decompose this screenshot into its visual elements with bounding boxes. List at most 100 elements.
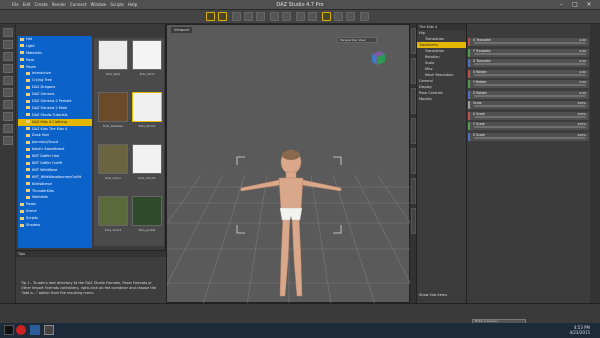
- tree-item[interactable]: Crying Tree: [18, 77, 92, 84]
- tree-item[interactable]: KidsWarrior: [18, 181, 92, 188]
- scene-tab[interactable]: [411, 28, 416, 54]
- slider-track[interactable]: [474, 63, 586, 65]
- slider-track[interactable]: [474, 136, 586, 139]
- tree-item[interactable]: DAZ Genesis 2 Female: [18, 98, 92, 105]
- rotate-tool-icon[interactable]: [232, 12, 241, 21]
- surface-tool-icon[interactable]: [322, 12, 331, 21]
- render-icon[interactable]: [3, 88, 13, 97]
- joint-editor-icon[interactable]: [334, 12, 343, 21]
- close-icon[interactable]: ✕: [582, 1, 596, 8]
- product-thumbnail[interactable]: [132, 40, 162, 70]
- parameter-slider[interactable]: Y Scale 100%: [468, 122, 589, 130]
- tree-item[interactable]: KNT Gaffer Hair: [18, 153, 92, 160]
- parameter-value[interactable]: 0.00: [579, 49, 586, 53]
- tree-item[interactable]: Scene: [18, 208, 92, 215]
- product-thumbnail[interactable]: [132, 196, 162, 226]
- tree-item[interactable]: ThunderKids: [18, 188, 92, 195]
- save-icon[interactable]: [3, 52, 13, 61]
- surfaces-tab[interactable]: [411, 148, 416, 174]
- tree-item[interactable]: Hat: [18, 36, 92, 43]
- tree-item[interactable]: Poses: [18, 201, 92, 208]
- product-thumbnail[interactable]: [98, 92, 128, 122]
- smart-content-icon[interactable]: [3, 112, 13, 121]
- spot-render-icon[interactable]: [360, 12, 369, 21]
- open-icon[interactable]: [3, 40, 13, 49]
- slider-track[interactable]: [474, 52, 586, 55]
- parameter-value[interactable]: 100%: [577, 112, 586, 116]
- tree-item[interactable]: Walkable: [18, 194, 92, 201]
- scene-icon[interactable]: [3, 136, 13, 145]
- parameter-value[interactable]: 0.00: [579, 70, 586, 74]
- scale-tool-icon[interactable]: [256, 12, 265, 21]
- tree-item[interactable]: KNT_WildWaveJourneyOutfit: [18, 174, 92, 181]
- tree-item[interactable]: Kalahr Sweatheart: [18, 146, 92, 153]
- viewport-tab[interactable]: Viewport: [171, 27, 193, 33]
- parameter-slider[interactable]: X Rotate 0.00: [468, 69, 589, 78]
- kid-figure[interactable]: [235, 148, 347, 308]
- slider-track[interactable]: [474, 84, 586, 86]
- tree-item[interactable]: DAZ Kids 4 Clothing: [18, 118, 92, 126]
- shaping-tab[interactable]: [411, 88, 416, 114]
- node-tool-icon[interactable]: [218, 12, 227, 21]
- maximize-icon[interactable]: □: [568, 1, 582, 8]
- explorer-icon[interactable]: [30, 325, 40, 335]
- parameter-slider[interactable]: Z Translate 0.00: [468, 59, 589, 67]
- opera-icon[interactable]: [16, 325, 26, 335]
- parameter-slider[interactable]: Scale 100%: [468, 101, 589, 109]
- start-button[interactable]: [4, 325, 14, 335]
- product-thumbnail[interactable]: [98, 40, 128, 70]
- tips-tab[interactable]: Tips: [16, 251, 166, 257]
- import-icon[interactable]: [3, 64, 13, 73]
- show-sub-items-checkbox[interactable]: Show Sub Items: [417, 292, 447, 298]
- parameter-slider[interactable]: Z Scale 100%: [468, 132, 589, 141]
- product-thumbnail[interactable]: [132, 144, 162, 174]
- tree-item[interactable]: DAZ Dragons: [18, 84, 92, 91]
- minimize-icon[interactable]: –: [554, 1, 568, 8]
- tree-item[interactable]: Scripts: [18, 215, 92, 222]
- slider-track[interactable]: [474, 126, 586, 128]
- slider-track[interactable]: [474, 73, 586, 76]
- lights-tab[interactable]: [411, 178, 416, 204]
- tree-item[interactable]: Pose: [18, 57, 92, 64]
- parameter-slider[interactable]: Z Rotate 0.00: [468, 90, 589, 99]
- render-settings-tab[interactable]: [411, 58, 416, 84]
- product-thumbnail[interactable]: [98, 196, 128, 226]
- cameras-tab[interactable]: [411, 208, 416, 234]
- tree-item[interactable]: Interactive: [18, 70, 92, 77]
- tree-item[interactable]: Dusk Hair: [18, 132, 92, 139]
- slider-track[interactable]: [474, 94, 586, 97]
- slider-track[interactable]: [474, 105, 586, 107]
- tree-item[interactable]: DAZ Kids The Kids 4: [18, 126, 92, 133]
- slider-track[interactable]: [474, 42, 586, 44]
- posing-tab[interactable]: [411, 118, 416, 144]
- product-thumbnail[interactable]: [132, 92, 162, 122]
- tree-item[interactable]: DAZ Genesis: [18, 91, 92, 98]
- parameter-value[interactable]: 0.00: [579, 91, 586, 95]
- property-group-item[interactable]: Morphs: [417, 96, 466, 102]
- parameter-slider[interactable]: X Scale 100%: [468, 111, 589, 120]
- tree-item[interactable]: KNT Gaffer Outfit: [18, 160, 92, 167]
- folder-tree[interactable]: Hat Light Materials Pose Poses Interactive Cry…: [18, 36, 92, 248]
- view-cube-icon[interactable]: [369, 49, 387, 67]
- tree-item[interactable]: Poses: [18, 64, 92, 71]
- render-settings-icon[interactable]: [308, 12, 317, 21]
- camera-tool-icon[interactable]: [270, 12, 279, 21]
- render-icon[interactable]: [296, 12, 305, 21]
- tree-item[interactable]: Materials: [18, 50, 92, 57]
- content-library-icon[interactable]: [3, 124, 13, 133]
- new-scene-icon[interactable]: [3, 28, 13, 37]
- camera-dropdown[interactable]: Perspective View: [337, 37, 377, 43]
- daz-studio-taskbar-icon[interactable]: [44, 325, 54, 335]
- parameter-slider[interactable]: Y Translate 0.00: [468, 48, 589, 57]
- product-thumbnail[interactable]: [98, 144, 128, 174]
- tree-item[interactable]: Journeys/Scout: [18, 139, 92, 146]
- tree-item[interactable]: DAZ Genesis 2 Male: [18, 105, 92, 112]
- tree-item[interactable]: Shaders: [18, 222, 92, 229]
- viewport[interactable]: Viewport Perspective View: [166, 24, 411, 304]
- tree-item[interactable]: Light: [18, 43, 92, 50]
- tree-item[interactable]: DAZ Studio Tutorials: [18, 112, 92, 119]
- parameter-slider[interactable]: Y Rotate 0.00: [468, 80, 589, 88]
- parameter-slider[interactable]: X Translate 0.00: [468, 38, 589, 46]
- export-icon[interactable]: [3, 76, 13, 85]
- translate-tool-icon[interactable]: [244, 12, 253, 21]
